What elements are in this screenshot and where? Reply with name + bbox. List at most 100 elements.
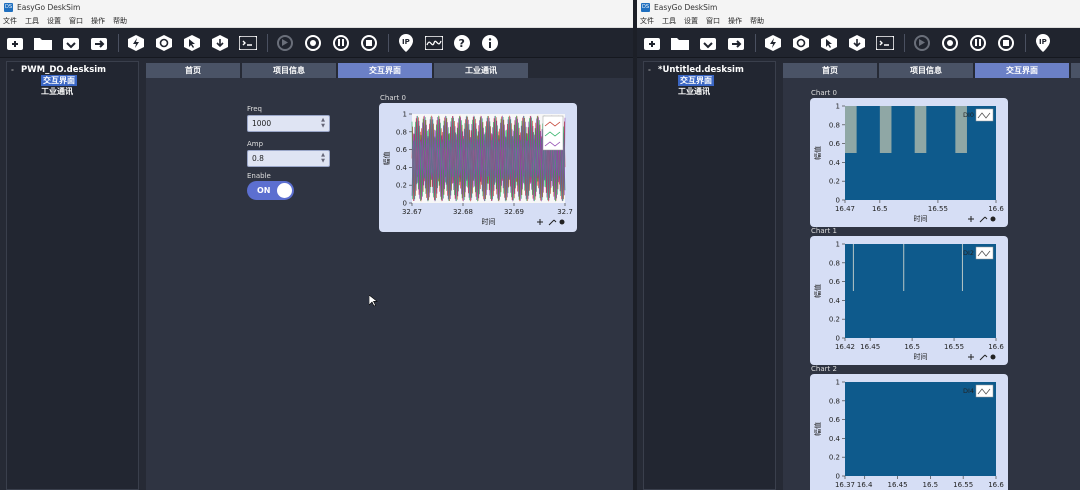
toolbar-separator [267, 33, 268, 52]
y-tick-label: 0.6 [829, 416, 841, 424]
menu-file[interactable]: 文件 [640, 16, 654, 26]
build-button[interactable] [127, 34, 145, 52]
y-tick-label: 0.2 [396, 182, 407, 190]
menu-tools[interactable]: 工具 [662, 16, 676, 26]
x-tick-label: 16.55 [953, 481, 973, 489]
legend [975, 108, 994, 122]
canvas: Chart 0 0 0.2 0.4 0.6 0.8 1 16.47 16.5 16.55 16.6… [783, 78, 1080, 490]
stop-icon [361, 34, 377, 51]
tree-item-industrial-comm[interactable]: 工业通讯 [41, 87, 73, 96]
toolbar: IP [637, 28, 1080, 58]
menu-window[interactable]: 窗口 [706, 16, 720, 26]
save-button[interactable] [699, 34, 717, 52]
pointer-hex-icon [184, 34, 200, 51]
menu-tools[interactable]: 工具 [25, 16, 39, 26]
ip-button[interactable]: IP [1034, 33, 1052, 52]
console-button[interactable] [239, 34, 257, 52]
folder-icon [671, 37, 689, 50]
console-button[interactable] [876, 34, 894, 52]
toggle-knob [277, 183, 292, 198]
download-icon [63, 37, 79, 50]
spinner-icon[interactable]: ▲ ▼ [320, 117, 326, 130]
x-tick-label: 16.5 [872, 205, 888, 213]
stop-button[interactable] [997, 34, 1015, 52]
download-hex-icon [212, 34, 228, 51]
record-button[interactable] [941, 34, 959, 52]
tree-item-interactive-ui[interactable]: 交互界面 [41, 75, 77, 86]
menu-file[interactable]: 文件 [3, 16, 17, 26]
run-button[interactable] [276, 34, 294, 52]
new-project-button[interactable] [6, 34, 24, 52]
refresh-button[interactable] [792, 34, 810, 52]
crosshair-icon [537, 219, 543, 225]
mouse-cursor [368, 292, 378, 311]
ip-pin-icon: IP [1036, 33, 1050, 52]
new-project-button[interactable] [643, 34, 661, 52]
chart-title: Chart 0 [380, 94, 406, 102]
refresh-button[interactable] [155, 34, 173, 52]
record-button[interactable] [304, 34, 322, 52]
menu-settings[interactable]: 设置 [684, 16, 698, 26]
spinner-icon[interactable]: ▲ ▼ [320, 152, 326, 165]
x-tick-label: 16.37 [835, 481, 855, 489]
amp-input[interactable]: 0.8 ▲ ▼ [247, 150, 330, 167]
collapse-icon[interactable]: - [11, 66, 21, 74]
tree-root[interactable]: - PWM_DO.desksim [11, 64, 138, 75]
toolbar-separator [118, 33, 119, 52]
x-tick-label: 16.45 [860, 343, 880, 351]
tab-project-info[interactable]: 项目信息 [879, 63, 973, 78]
freq-input[interactable]: 1000 ▲ ▼ [247, 115, 330, 132]
y-tick-label: 0.6 [829, 140, 841, 148]
tab-interactive-ui[interactable]: 交互界面 [975, 63, 1069, 78]
tree-root[interactable]: - *Untitled.desksim [648, 64, 775, 75]
tab-industrial-comm[interactable]: 工业通讯 [434, 63, 528, 78]
enable-label: Enable [247, 172, 271, 180]
tab-home[interactable]: 首页 [146, 63, 240, 78]
y-tick-label: 0 [836, 473, 840, 481]
pause-button[interactable] [969, 34, 987, 52]
tree-item-interactive-ui[interactable]: 交互界面 [678, 75, 714, 86]
select-button[interactable] [183, 34, 201, 52]
tab-interactive-ui[interactable]: 交互界面 [338, 63, 432, 78]
export-button[interactable] [90, 34, 108, 52]
export-button[interactable] [727, 34, 745, 52]
menu-help[interactable]: 帮助 [750, 16, 764, 26]
x-tick-label: 32.69 [504, 208, 524, 216]
chart-title: Chart 0 [811, 89, 837, 97]
collapse-icon[interactable]: - [648, 66, 658, 74]
menu-help[interactable]: 帮助 [113, 16, 127, 26]
build-button[interactable] [764, 34, 782, 52]
stop-button[interactable] [360, 34, 378, 52]
tab-overflow[interactable] [1071, 63, 1080, 78]
legend [975, 246, 994, 260]
help-button[interactable]: ? [453, 34, 471, 52]
ip-button[interactable]: IP [397, 33, 415, 52]
y-tick-label: 0 [836, 197, 840, 205]
deploy-button[interactable] [211, 34, 229, 52]
y-tick-label: 0.8 [396, 128, 407, 136]
open-folder-button[interactable] [34, 34, 52, 52]
y-tick-label: 1 [403, 111, 407, 119]
y-tick-label: 0.2 [829, 316, 840, 324]
save-button[interactable] [62, 34, 80, 52]
enable-toggle[interactable]: ON [247, 181, 294, 200]
tab-home[interactable]: 首页 [783, 63, 877, 78]
deploy-button[interactable] [848, 34, 866, 52]
select-button[interactable] [820, 34, 838, 52]
menubar: 文件 工具 设置 窗口 操作 帮助 [0, 15, 633, 28]
open-folder-button[interactable] [671, 34, 689, 52]
waveform-icon [425, 35, 443, 50]
menu-operation[interactable]: 操作 [728, 16, 742, 26]
scope-button[interactable] [425, 34, 443, 52]
run-button[interactable] [913, 34, 931, 52]
tab-project-info[interactable]: 项目信息 [242, 63, 336, 78]
menu-settings[interactable]: 设置 [47, 16, 61, 26]
info-button[interactable] [481, 34, 499, 52]
pause-button[interactable] [332, 34, 350, 52]
menu-window[interactable]: 窗口 [69, 16, 83, 26]
ip-pin-icon: IP [399, 33, 413, 52]
y-tick-label: 1 [836, 103, 840, 111]
menu-operation[interactable]: 操作 [91, 16, 105, 26]
x-tick-label: 16.55 [944, 343, 964, 351]
tree-item-industrial-comm[interactable]: 工业通讯 [678, 87, 710, 96]
